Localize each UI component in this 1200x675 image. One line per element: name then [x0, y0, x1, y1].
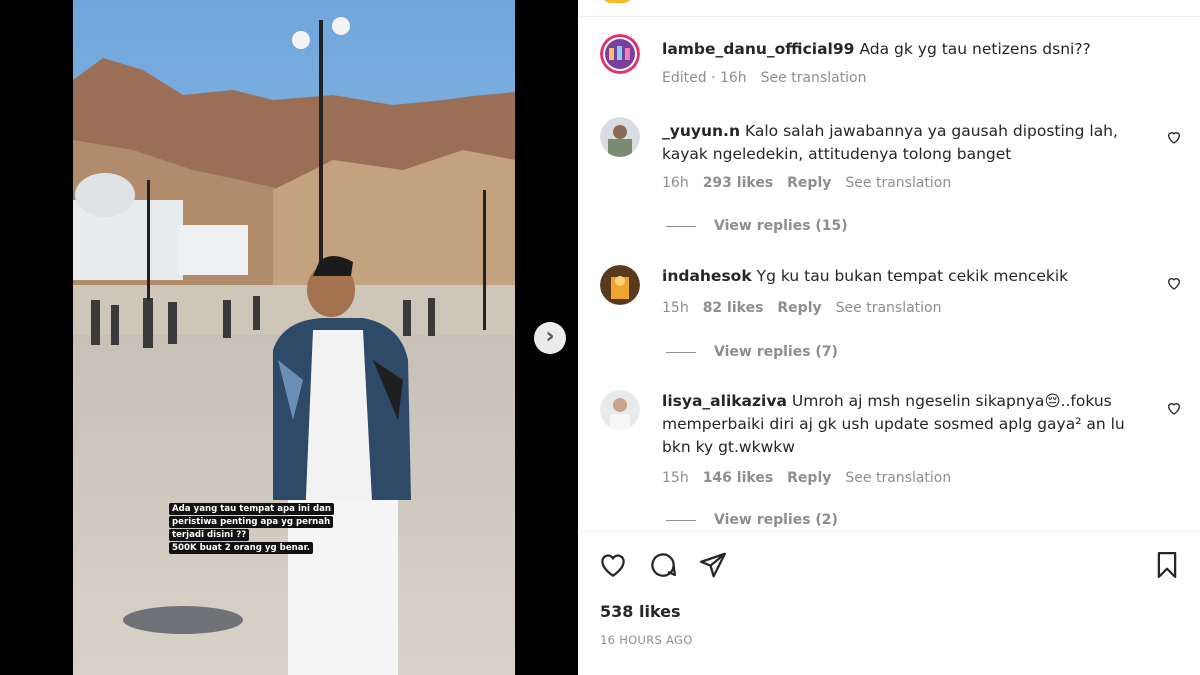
comment-text: indahesok Yg ku tau bukan tempat cekik me… — [662, 265, 1142, 288]
post-photo[interactable]: Ada yang tau tempat apa ini dan peristiw… — [73, 0, 515, 675]
send-icon[interactable] — [698, 550, 728, 580]
comment-icon[interactable] — [648, 550, 678, 580]
reply-button[interactable]: Reply — [787, 470, 831, 486]
caption-username[interactable]: lambe_danu_official99 — [662, 40, 854, 58]
header-avatar[interactable] — [602, 0, 632, 3]
comment-meta: 15h 82 likes Reply See translation — [662, 300, 955, 316]
see-translation-link[interactable]: See translation — [761, 70, 867, 86]
chevron-right-icon: › — [545, 323, 555, 349]
media-pane: Ada yang tau tempat apa ini dan peristiw… — [0, 0, 578, 675]
next-media-button[interactable]: › — [534, 322, 566, 354]
story-caption-line: terjadi disini ?? — [169, 529, 250, 541]
comment-time: 15h — [662, 470, 689, 486]
heart-icon[interactable] — [1166, 275, 1182, 291]
avatar[interactable] — [600, 117, 640, 157]
comments-panel: lambe_danu_official99 Ada gk yg tau netiz… — [578, 0, 1200, 675]
caption-content: Ada gk yg tau netizens dsni?? — [859, 40, 1091, 58]
view-replies-button[interactable]: View replies (15) — [666, 218, 848, 234]
comment-username[interactable]: indahesok — [662, 267, 752, 285]
comment-likes[interactable]: 82 likes — [703, 300, 764, 316]
avatar[interactable] — [600, 390, 640, 430]
avatar[interactable] — [600, 34, 640, 74]
comment-time: 16h — [662, 175, 689, 191]
likes-count[interactable]: 538 likes — [600, 602, 681, 621]
avatar[interactable] — [600, 265, 640, 305]
comment-meta: 16h 293 likes Reply See translation — [662, 175, 965, 191]
see-translation-link[interactable]: See translation — [845, 175, 951, 191]
comment-time: 15h — [662, 300, 689, 316]
caption-text: lambe_danu_official99 Ada gk yg tau netiz… — [662, 38, 1142, 61]
edited-time: Edited · 16h — [662, 70, 747, 86]
post-timestamp: 16 HOURS AGO — [600, 633, 693, 647]
heart-icon[interactable] — [1166, 129, 1182, 145]
comment-username[interactable]: _yuyun.n — [662, 122, 740, 140]
view-replies-label: View replies (2) — [714, 512, 838, 528]
comment-meta: 15h 146 likes Reply See translation — [662, 470, 965, 486]
see-translation-link[interactable]: See translation — [836, 300, 942, 316]
story-caption: Ada yang tau tempat apa ini dan peristiw… — [169, 503, 359, 555]
reply-button[interactable]: Reply — [787, 175, 831, 191]
story-caption-line: peristiwa penting apa yg pernah — [169, 516, 334, 528]
comments-list[interactable]: lambe_danu_official99 Ada gk yg tau netiz… — [578, 17, 1200, 531]
view-replies-button[interactable]: View replies (2) — [666, 512, 838, 528]
comment-likes[interactable]: 146 likes — [703, 470, 773, 486]
comment-text: lisya_alikaziva Umroh aj msh ngeselin sik… — [662, 390, 1142, 459]
story-caption-line: 500K buat 2 orang yg benar. — [169, 542, 313, 554]
heart-icon[interactable] — [1166, 400, 1182, 416]
comment-content: Yg ku tau bukan tempat cekik mencekik — [756, 267, 1069, 285]
heart-icon[interactable] — [598, 550, 628, 580]
comment-username[interactable]: lisya_alikaziva — [662, 392, 787, 410]
post-header — [578, 0, 1200, 17]
divider — [666, 225, 696, 227]
view-replies-label: View replies (15) — [714, 218, 848, 234]
post-actions: 538 likes 16 HOURS AGO — [578, 531, 1200, 675]
bookmark-icon[interactable] — [1152, 550, 1182, 580]
view-replies-label: View replies (7) — [714, 344, 838, 360]
reply-button[interactable]: Reply — [777, 300, 821, 316]
divider — [666, 519, 696, 521]
photo-scene — [73, 0, 515, 675]
divider — [666, 351, 696, 353]
view-replies-button[interactable]: View replies (7) — [666, 344, 838, 360]
comment-text: _yuyun.n Kalo salah jawabannya ya gausah … — [662, 120, 1142, 166]
story-caption-line: Ada yang tau tempat apa ini dan — [169, 503, 335, 515]
see-translation-link[interactable]: See translation — [845, 470, 951, 486]
comment-likes[interactable]: 293 likes — [703, 175, 773, 191]
caption-meta: Edited · 16h See translation — [662, 70, 881, 86]
